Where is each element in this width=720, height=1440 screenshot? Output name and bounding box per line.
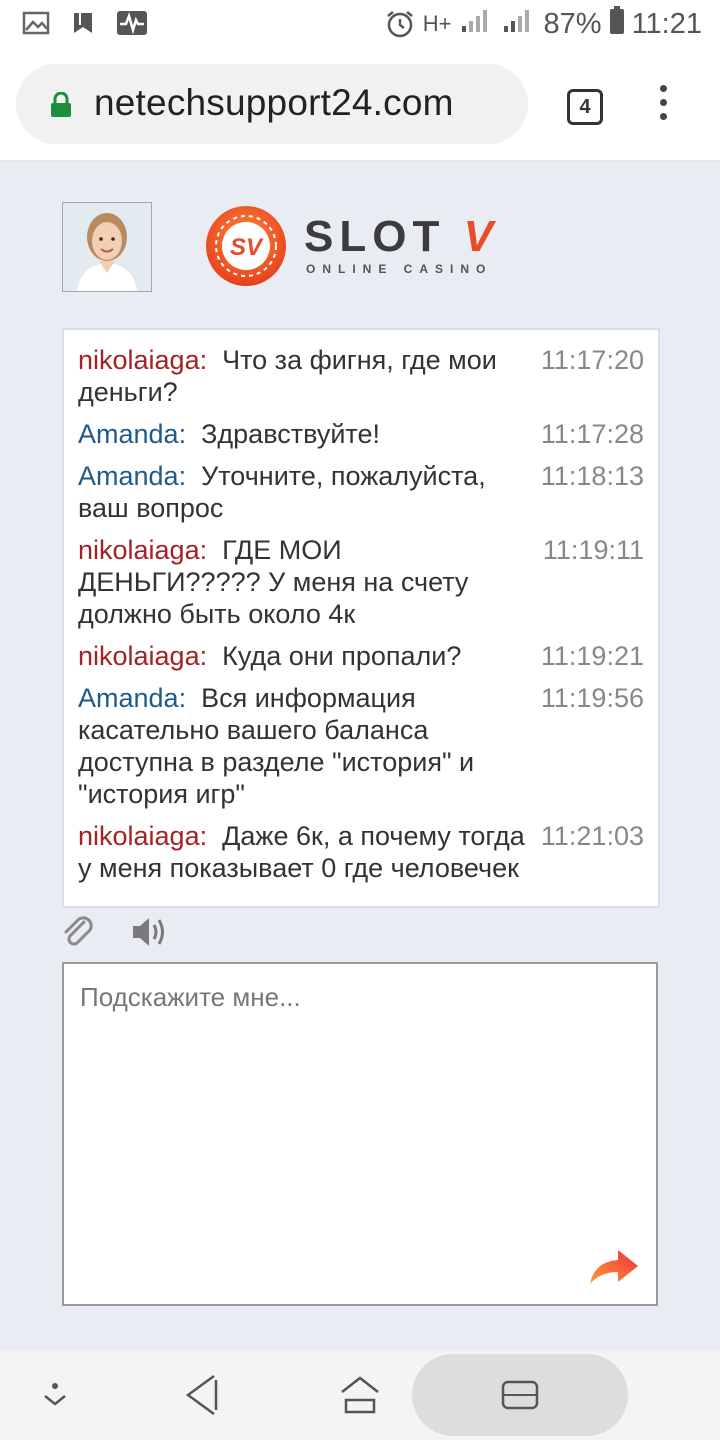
message-time: 11:21:03 xyxy=(540,821,644,851)
svg-text:SV: SV xyxy=(230,234,264,261)
message-sender: nikolaiaga: xyxy=(78,345,208,375)
paperclip-icon[interactable] xyxy=(60,914,96,955)
chat-page: SV SLOT V ONLINE CASINO nikolaiaga: Что … xyxy=(0,162,720,1350)
battery-icon xyxy=(609,6,624,42)
message-sender: nikolaiaga: xyxy=(78,641,208,671)
chat-message: nikolaiaga: ГДЕ МОИ ДЕНЬГИ????? У меня н… xyxy=(78,534,644,630)
message-sender: Amanda: xyxy=(78,419,187,449)
lock-icon xyxy=(50,91,72,123)
message-sender: nikolaiaga: xyxy=(78,535,208,565)
sim1-signal-icon xyxy=(460,6,494,42)
message-sender: Amanda: xyxy=(78,461,187,491)
sim2-signal-icon xyxy=(502,6,536,42)
browser-toolbar: netechsupport24.com 4 xyxy=(0,50,720,162)
message-time: 11:18:13 xyxy=(540,461,644,491)
message-input[interactable] xyxy=(64,964,656,1300)
slotv-logo: SV SLOT V ONLINE CASINO xyxy=(204,206,524,286)
overflow-menu-button[interactable] xyxy=(650,85,676,125)
message-sender: Amanda: xyxy=(78,683,187,713)
chat-message: nikolaiaga: Что за фигня, где мои деньги… xyxy=(78,344,644,408)
chat-message: Amanda: Уточните, пожалуйста, ваш вопрос… xyxy=(78,460,644,524)
activity-icon xyxy=(116,10,148,36)
chat-message: Amanda: Здравствуйте! 11:17:28 xyxy=(78,418,644,450)
address-bar[interactable]: netechsupport24.com xyxy=(16,64,528,144)
speaker-icon[interactable] xyxy=(130,914,170,955)
system-nav-bar xyxy=(0,1350,720,1440)
status-bar: H+ 87% 11:21 xyxy=(0,0,720,50)
message-time: 11:19:21 xyxy=(540,641,644,671)
send-arrow-icon[interactable] xyxy=(586,1242,642,1290)
chat-transcript[interactable]: nikolaiaga: Что за фигня, где мои деньги… xyxy=(62,328,660,908)
chat-message: nikolaiaga: Куда они пропали? 11:19:21 xyxy=(78,640,644,672)
message-input-box[interactable] xyxy=(62,962,658,1306)
message-text: Куда они пропали? xyxy=(222,641,462,671)
clock: 11:21 xyxy=(631,7,702,40)
message-time: 11:17:28 xyxy=(540,419,644,449)
battery-percent: 87% xyxy=(543,7,602,40)
message-time: 11:19:11 xyxy=(542,535,644,565)
hide-keyboard-icon[interactable] xyxy=(40,1380,70,1415)
bookmark-icon xyxy=(72,11,94,35)
chat-message: nikolaiaga: Даже 6к, а почему тогда у ме… xyxy=(78,820,644,884)
home-icon[interactable] xyxy=(338,1372,382,1423)
chat-message: Amanda: Вся информация касательно вашего… xyxy=(78,682,644,810)
alarm-icon xyxy=(385,9,415,39)
network-type: H+ xyxy=(422,11,452,36)
chat-tools xyxy=(60,914,170,955)
message-sender: nikolaiaga: xyxy=(78,821,208,851)
recent-apps-icon[interactable] xyxy=(500,1372,540,1423)
message-time: 11:17:20 xyxy=(540,345,644,375)
image-icon xyxy=(22,11,50,35)
message-time: 11:19:56 xyxy=(540,683,644,713)
agent-avatar xyxy=(62,202,152,292)
logo-tagline: ONLINE CASINO xyxy=(306,262,493,276)
url-text[interactable]: netechsupport24.com xyxy=(94,82,454,124)
logo-wordmark: SLOT V xyxy=(304,212,499,261)
message-text: Здравствуйте! xyxy=(201,419,381,449)
back-icon[interactable] xyxy=(182,1372,222,1423)
tab-switcher-button[interactable]: 4 xyxy=(567,89,603,125)
